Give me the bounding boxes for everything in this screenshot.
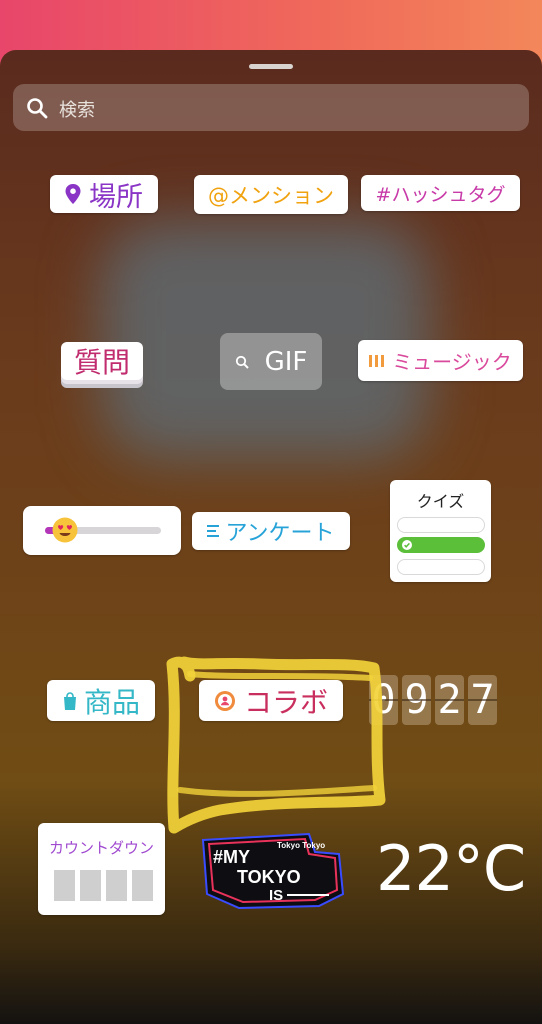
tokyo-line-2: TOKYO [237,867,301,887]
hashtag-sticker[interactable]: #ハッシュタグ [361,175,520,211]
drag-handle[interactable] [249,64,293,69]
mention-label: @メンション [208,183,334,208]
quiz-option [397,517,485,533]
location-pin-icon [65,184,81,204]
countdown-sticker[interactable]: カウントダウン [38,823,165,915]
gif-sticker[interactable]: GIF [220,333,322,390]
tokyo-line-1: #MY [213,847,250,867]
product-label: 商品 [83,685,140,719]
question-sticker[interactable]: 質問 [61,342,143,380]
search-input[interactable]: 検索 [13,84,529,131]
time-digit: 9 [402,675,431,725]
audio-bars-icon [369,354,385,367]
search-icon [235,355,249,369]
search-placeholder: 検索 [59,100,95,121]
quiz-label: クイズ [416,492,465,511]
hashtag-label: #ハッシュタグ [375,183,506,206]
time-digit: 7 [468,675,497,725]
tokyo-line-3: IS [269,887,283,904]
quiz-sticker[interactable]: クイズ [390,480,491,582]
poll-label: アンケート [225,521,335,546]
quiz-option-correct [397,537,485,553]
heart-eyes-emoji-icon [52,517,78,543]
time-digit: 2 [435,675,464,725]
my-tokyo-is-sticker[interactable]: Tokyo Tokyo #MY TOKYO IS [199,832,345,910]
question-label: 質問 [73,346,130,379]
location-sticker[interactable]: 場所 [50,175,158,213]
temperature-sticker[interactable]: 22°C [376,832,526,905]
check-icon [402,540,412,550]
countdown-label: カウントダウン [48,839,154,857]
hand-drawn-highlight [166,656,386,834]
countdown-boxes [54,870,153,901]
poll-sticker[interactable]: アンケート [192,512,350,550]
music-sticker[interactable]: ミュージック [358,340,523,381]
tokyo-small-text: Tokyo Tokyo [277,841,325,850]
poll-lines-icon [207,525,220,537]
gif-label: GIF [264,346,308,377]
product-sticker[interactable]: 商品 [47,680,155,721]
quiz-option [397,559,485,575]
location-label: 場所 [89,181,143,213]
emoji-slider-sticker[interactable] [23,506,181,555]
music-label: ミュージック [392,350,512,374]
search-icon [27,98,48,119]
mention-sticker[interactable]: @メンション [194,175,348,214]
shopping-bag-icon [63,691,76,710]
